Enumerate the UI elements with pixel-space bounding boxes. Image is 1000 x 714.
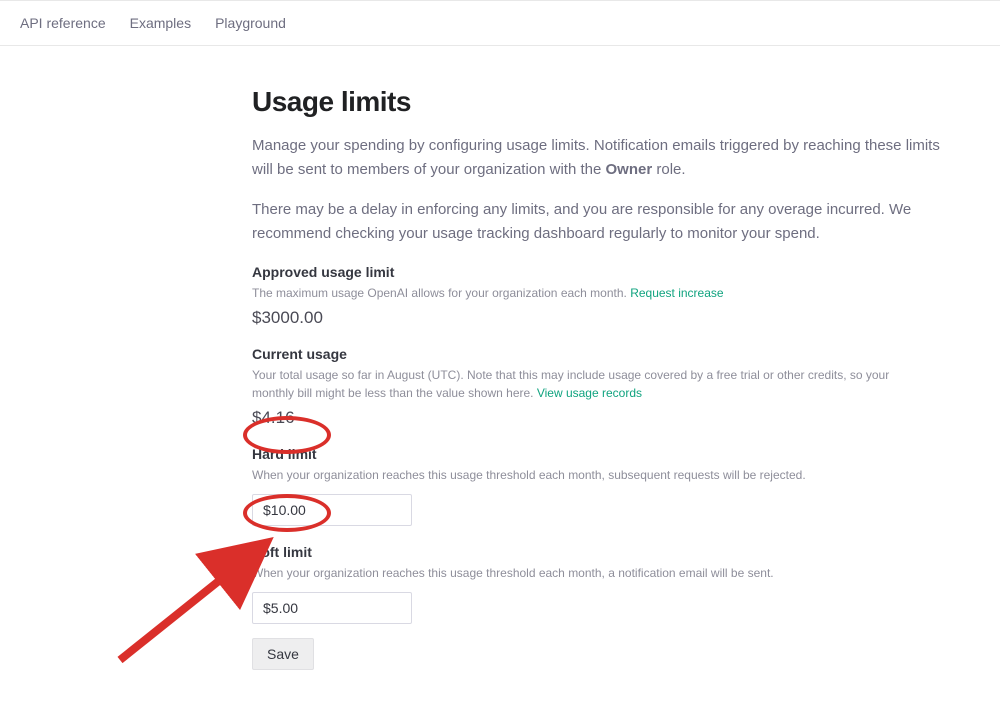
main-content: Usage limits Manage your spending by con… [0,46,960,670]
current-usage-section: Current usage Your total usage so far in… [252,346,960,428]
page-title: Usage limits [252,86,960,118]
intro-paragraph-1: Manage your spending by configuring usag… [252,134,952,182]
soft-limit-section: Soft limit When your organization reache… [252,544,960,624]
save-button[interactable]: Save [252,638,314,670]
soft-limit-subtext: When your organization reaches this usag… [252,564,892,582]
soft-limit-input[interactable] [252,592,412,624]
hard-limit-input[interactable] [252,494,412,526]
current-usage-subtext: Your total usage so far in August (UTC).… [252,366,892,402]
current-usage-heading: Current usage [252,346,960,362]
intro-paragraph-2: There may be a delay in enforcing any li… [252,198,952,246]
current-usage-value: $4.16 [252,408,960,428]
intro1-post: role. [652,161,685,178]
nav-examples[interactable]: Examples [130,15,191,31]
request-increase-link[interactable]: Request increase [630,286,723,300]
hard-limit-subtext: When your organization reaches this usag… [252,466,892,484]
soft-limit-heading: Soft limit [252,544,960,560]
top-nav: API reference Examples Playground [0,0,1000,46]
approved-usage-section: Approved usage limit The maximum usage O… [252,264,960,328]
approved-usage-value: $3000.00 [252,308,960,328]
nav-api-reference[interactable]: API reference [20,15,106,31]
hard-limit-section: Hard limit When your organization reache… [252,446,960,526]
hard-limit-heading: Hard limit [252,446,960,462]
view-usage-records-link[interactable]: View usage records [537,386,642,400]
nav-playground[interactable]: Playground [215,15,286,31]
intro1-pre: Manage your spending by configuring usag… [252,137,940,178]
approved-subtext-text: The maximum usage OpenAI allows for your… [252,286,630,300]
approved-usage-heading: Approved usage limit [252,264,960,280]
approved-usage-subtext: The maximum usage OpenAI allows for your… [252,284,892,302]
intro1-bold: Owner [606,161,653,178]
